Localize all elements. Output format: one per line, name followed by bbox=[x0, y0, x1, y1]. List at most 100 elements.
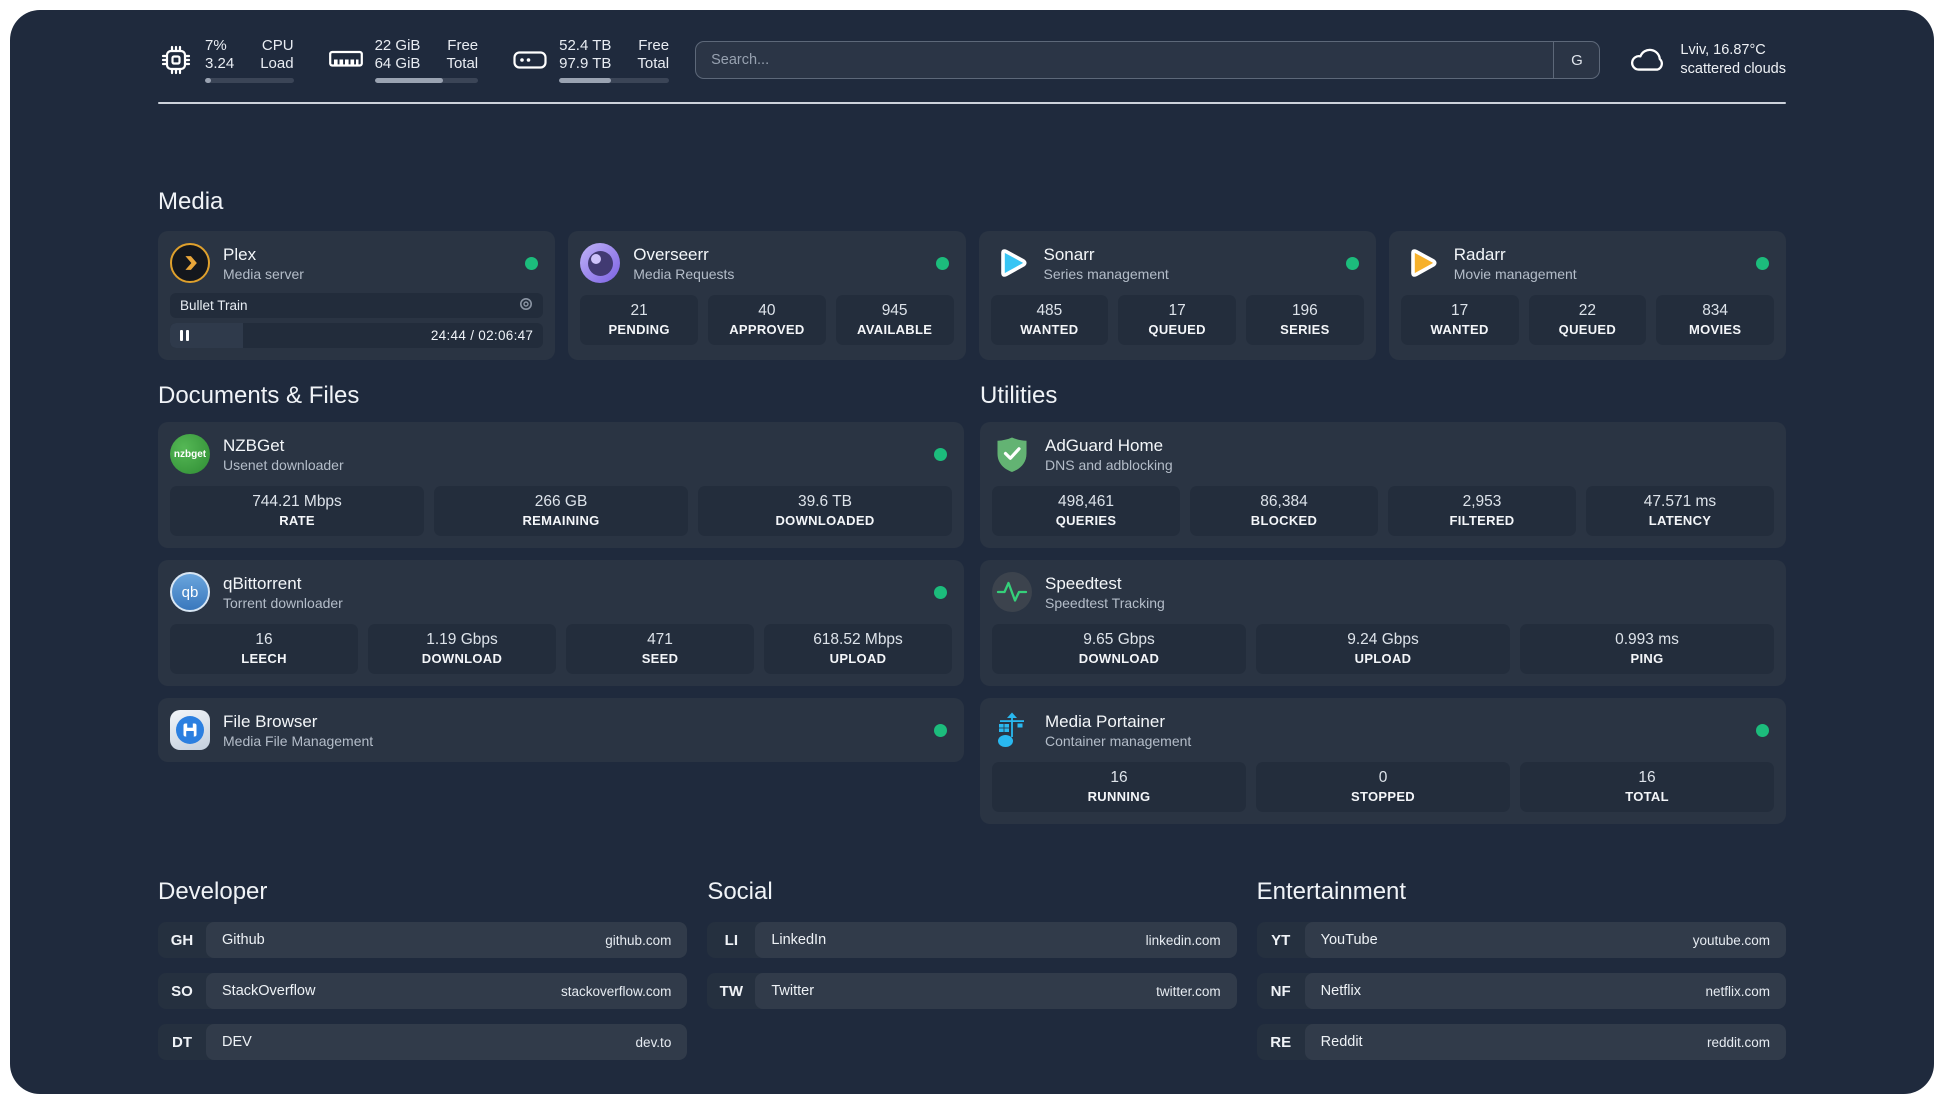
portainer-card[interactable]: Media Portainer Container management 16 R… bbox=[980, 698, 1786, 824]
sonarr-subtitle: Series management bbox=[1043, 265, 1169, 282]
plex-card[interactable]: Plex Media server Bullet Train 24:44 / 0… bbox=[158, 231, 556, 360]
link-url: github.com bbox=[605, 932, 672, 948]
storage-free-value: 52.4 TB bbox=[559, 37, 612, 54]
link-body: LinkedIn linkedin.com bbox=[755, 922, 1237, 958]
overseerr-subtitle: Media Requests bbox=[633, 265, 735, 282]
portainer-title: Media Portainer bbox=[1045, 711, 1166, 731]
link-url: dev.to bbox=[635, 1034, 672, 1050]
stat-tile: 834 MOVIES bbox=[1656, 295, 1774, 345]
plex-status-dot bbox=[525, 256, 539, 270]
memory-progress bbox=[374, 78, 479, 83]
link-body: Reddit reddit.com bbox=[1304, 1024, 1786, 1060]
radarr-icon bbox=[1401, 243, 1441, 283]
sonarr-card[interactable]: Sonarr Series management 485 WANTED 17 QUEU… bbox=[978, 231, 1376, 360]
link-body: StackOverflow stackoverflow.com bbox=[206, 973, 688, 1009]
speedtest-card[interactable]: Speedtest Speedtest Tracking 9.65 Gbps DO… bbox=[980, 560, 1786, 686]
stat-value: 17 bbox=[1168, 302, 1186, 319]
link-badge: LI bbox=[724, 931, 738, 949]
stat-tile: 0 STOPPED bbox=[1256, 762, 1510, 812]
utilities-section-title: Utilities bbox=[980, 382, 1058, 409]
link-url: netflix.com bbox=[1705, 983, 1770, 999]
cpu-label: CPU bbox=[261, 37, 294, 54]
stat-tile: 47.571 ms LATENCY bbox=[1586, 486, 1774, 536]
stat-tile: 86,384 BLOCKED bbox=[1190, 486, 1378, 536]
nzbget-status-dot bbox=[934, 447, 947, 461]
stat-tile: 17 WANTED bbox=[1400, 295, 1519, 345]
link-row[interactable]: DT DEV dev.to bbox=[158, 1024, 688, 1060]
utilities-column: Utilities AdGuard Home DNS and adblockin… bbox=[980, 382, 1786, 824]
weather-location-temp: Lviv, 16.87°C bbox=[1680, 42, 1766, 58]
link-url: twitter.com bbox=[1156, 983, 1221, 999]
pause-icon[interactable] bbox=[180, 330, 189, 341]
link-row[interactable]: NF Netflix netflix.com bbox=[1256, 973, 1786, 1009]
stat-label: LATENCY bbox=[1648, 513, 1712, 528]
stat-value: 498,461 bbox=[1057, 493, 1115, 510]
link-name: DEV bbox=[222, 1034, 252, 1050]
media-section: Media Plex Media server Bullet Train 24:… bbox=[158, 188, 1786, 360]
header: 7% 3.24 CPU Load 22 GiB 64 GiB Free Tota… bbox=[158, 10, 1786, 86]
filebrowser-card[interactable]: File Browser Media File Management bbox=[158, 698, 964, 762]
stat-value: 618.52 Mbps bbox=[813, 631, 903, 648]
link-url: linkedin.com bbox=[1145, 932, 1221, 948]
target-icon[interactable] bbox=[519, 297, 533, 314]
stat-tile: 196 SERIES bbox=[1246, 295, 1364, 345]
stat-value: 9.65 Gbps bbox=[1083, 631, 1155, 648]
stat-tile: 744.21 Mbps RATE bbox=[170, 486, 424, 536]
link-row[interactable]: SO StackOverflow stackoverflow.com bbox=[158, 973, 688, 1009]
stat-tile: 618.52 Mbps UPLOAD bbox=[764, 624, 952, 674]
stat-value: 0.993 ms bbox=[1615, 631, 1679, 648]
stat-value: 16 bbox=[1110, 769, 1128, 786]
link-row[interactable]: LI LinkedIn linkedin.com bbox=[707, 922, 1237, 958]
stat-label: DOWNLOAD bbox=[1078, 651, 1160, 666]
stat-value: 16 bbox=[255, 631, 273, 648]
stat-label: FILTERED bbox=[1449, 513, 1515, 528]
search-engine-button[interactable]: G bbox=[1553, 42, 1599, 78]
link-row[interactable]: GH Github github.com bbox=[158, 922, 688, 958]
storage-total-label: Total bbox=[637, 55, 670, 72]
link-body: Github github.com bbox=[206, 922, 688, 958]
plex-now-playing: Bullet Train 24:44 / 02:06:47 bbox=[170, 293, 544, 348]
playback-time: 24:44 / 02:06:47 bbox=[430, 328, 534, 343]
stat-label: REMAINING bbox=[522, 513, 600, 528]
stat-label: SEED bbox=[641, 651, 679, 666]
nzbget-card[interactable]: nzbget NZBGet Usenet downloader 744.21 M… bbox=[158, 422, 964, 548]
stat-value: 196 bbox=[1291, 302, 1318, 319]
cpu-stat: 7% 3.24 CPU Load bbox=[158, 37, 294, 83]
link-row[interactable]: RE Reddit reddit.com bbox=[1256, 1024, 1786, 1060]
memory-total-label: Total bbox=[446, 55, 479, 72]
overseerr-card[interactable]: Overseerr Media Requests 21 PENDING 40 APPR… bbox=[568, 231, 966, 360]
link-badge: DT bbox=[172, 1033, 192, 1051]
speedtest-subtitle: Speedtest Tracking bbox=[1045, 594, 1165, 611]
stat-tile: 945 AVAILABLE bbox=[835, 295, 954, 345]
radarr-card[interactable]: Radarr Movie management 17 WANTED 22 QUEUED… bbox=[1388, 231, 1786, 360]
adguard-card[interactable]: AdGuard Home DNS and adblocking 498,461 Q… bbox=[980, 422, 1786, 548]
link-name: Reddit bbox=[1320, 1034, 1363, 1050]
weather-condition: scattered clouds bbox=[1680, 61, 1786, 77]
stat-value: 834 bbox=[1702, 302, 1729, 319]
nzbget-title: NZBGet bbox=[223, 435, 285, 455]
stat-value: 47.571 ms bbox=[1643, 493, 1717, 510]
qbittorrent-status-dot bbox=[934, 585, 947, 599]
qbittorrent-icon: qb bbox=[170, 572, 210, 612]
stat-tile: 16 LEECH bbox=[170, 624, 358, 674]
stat-value: 21 bbox=[630, 302, 648, 319]
storage-free-label: Free bbox=[638, 37, 670, 54]
media-section-title: Media bbox=[158, 188, 224, 215]
link-url: stackoverflow.com bbox=[561, 983, 672, 999]
link-badge: YT bbox=[1271, 931, 1291, 949]
search-input[interactable] bbox=[696, 42, 1554, 78]
link-row[interactable]: TW Twitter twitter.com bbox=[707, 973, 1237, 1009]
qbittorrent-card[interactable]: qb qBittorrent Torrent downloader 16 LEEC… bbox=[158, 560, 964, 686]
header-divider bbox=[158, 102, 1786, 104]
playback-progress-bar[interactable]: 24:44 / 02:06:47 bbox=[170, 323, 544, 348]
stat-tile: 9.65 Gbps DOWNLOAD bbox=[992, 624, 1246, 674]
stat-tile: 22 QUEUED bbox=[1528, 295, 1647, 345]
stat-value: 0 bbox=[1378, 769, 1388, 786]
link-row[interactable]: YT YouTube youtube.com bbox=[1256, 922, 1786, 958]
sonarr-icon bbox=[991, 243, 1031, 283]
storage-progress bbox=[559, 78, 670, 83]
stat-tile: 1.19 Gbps DOWNLOAD bbox=[368, 624, 556, 674]
stat-tile: 266 GB REMAINING bbox=[434, 486, 688, 536]
stat-label: UPLOAD bbox=[829, 651, 887, 666]
weather-widget: Lviv, 16.87°C scattered clouds bbox=[1626, 41, 1786, 79]
